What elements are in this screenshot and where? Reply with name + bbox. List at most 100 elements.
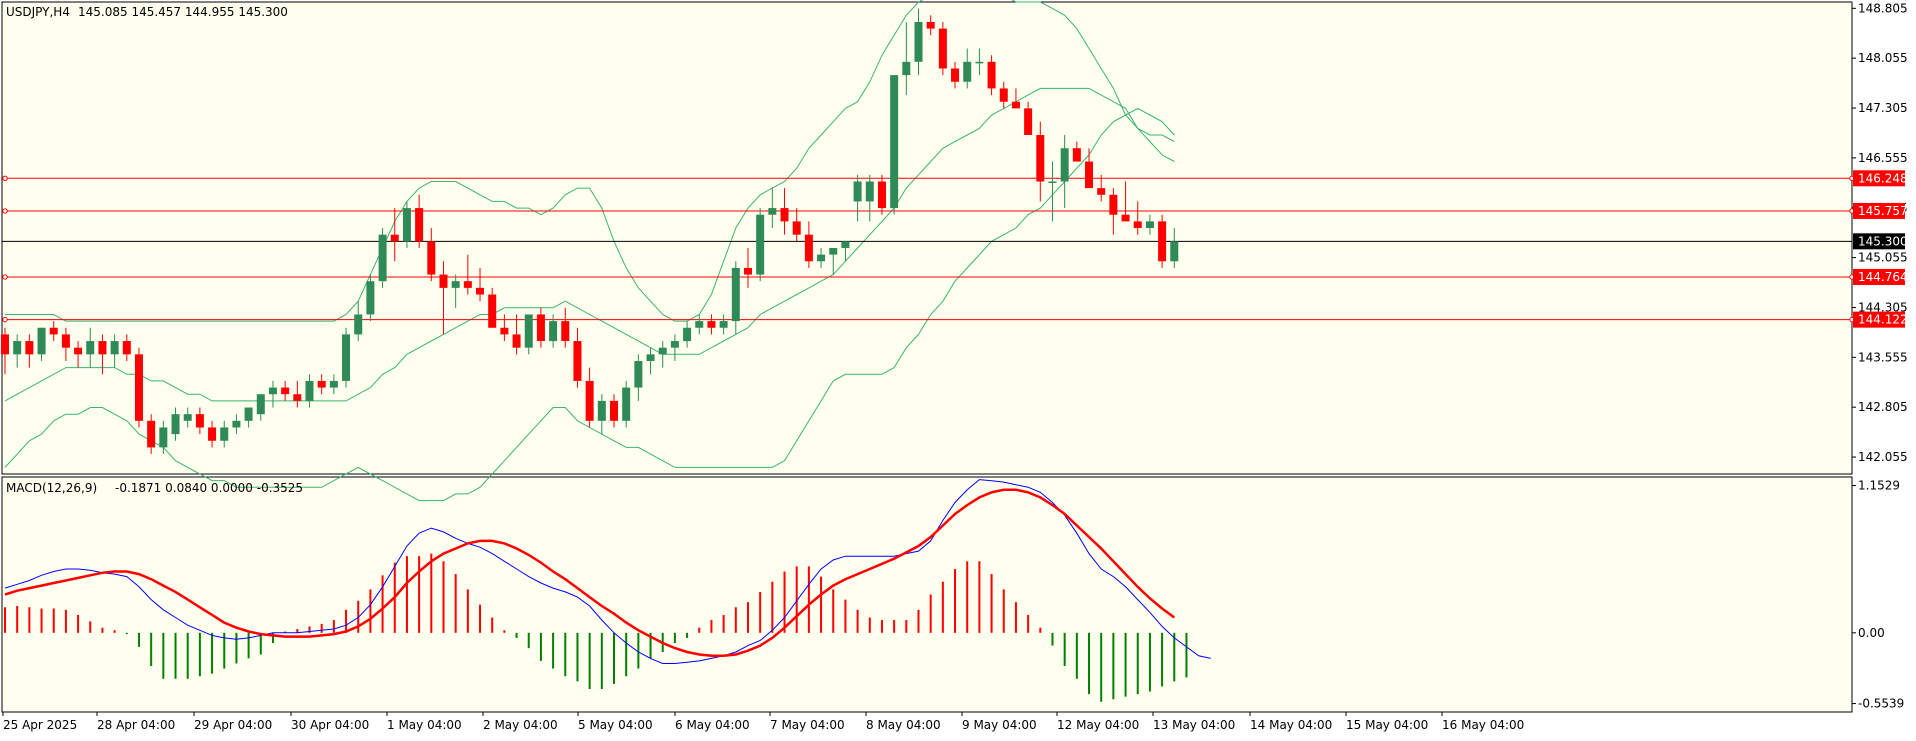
candle-body: [524, 314, 533, 348]
chart-root: 148.805148.055147.305146.555145.805145.0…: [0, 0, 1916, 737]
candle-body: [890, 75, 899, 209]
candle-body: [573, 341, 582, 381]
candle-body: [402, 208, 411, 242]
candle-body: [999, 88, 1008, 102]
time-axis-label: 29 Apr 04:00: [194, 718, 272, 732]
candle-body: [1072, 148, 1081, 162]
candle-body: [610, 400, 618, 421]
level-price-label: 146.248: [1858, 171, 1908, 185]
price-tick-label: 148.805: [1858, 1, 1908, 15]
candle-body: [829, 247, 838, 255]
candle-body: [1, 334, 9, 355]
candle-body: [1158, 221, 1167, 262]
candle-body: [329, 380, 338, 388]
candle-body: [817, 254, 826, 262]
candle-body: [378, 234, 387, 282]
candle-body: [975, 61, 984, 64]
candle-body: [512, 334, 521, 348]
candle-body: [463, 281, 472, 288]
candle-body: [768, 208, 777, 215]
candle-body: [122, 341, 131, 355]
candle-body: [1024, 108, 1033, 135]
candle-body: [232, 420, 241, 428]
candle-body: [549, 321, 558, 342]
price-tick-label: 142.805: [1858, 400, 1908, 414]
candle-body: [865, 181, 874, 202]
candle-body: [439, 274, 448, 288]
price-tick-label: 146.555: [1858, 151, 1908, 165]
time-axis-label: 16 May 04:00: [1442, 718, 1524, 732]
candle-body: [500, 327, 509, 335]
candle-body: [49, 327, 58, 335]
candle-body: [1060, 148, 1069, 182]
candle-body: [86, 341, 95, 355]
level-anchor-point: [2, 208, 8, 214]
candle-body: [877, 181, 886, 209]
candle-body: [926, 21, 935, 29]
candle-body: [1133, 221, 1142, 229]
candle-body: [585, 380, 594, 421]
candle-body: [13, 341, 22, 355]
price-pane[interactable]: [1, 1, 1853, 475]
candle-body: [1011, 101, 1020, 109]
candle-body: [756, 214, 765, 275]
candle-body: [25, 341, 34, 355]
candle-body: [1170, 241, 1179, 262]
chart-canvas[interactable]: 148.805148.055147.305146.555145.805145.0…: [0, 0, 1916, 737]
candle-body: [220, 427, 229, 441]
time-axis-label: 8 May 04:00: [866, 718, 941, 732]
time-axis-label: 1 May 04:00: [387, 718, 462, 732]
candle-body: [683, 327, 692, 342]
candle-body: [597, 400, 606, 421]
price-tick-label: 142.055: [1858, 450, 1908, 464]
candle-body: [1048, 181, 1057, 183]
candle-body: [134, 354, 143, 421]
candle-body: [183, 414, 192, 421]
candle-body: [646, 354, 655, 361]
time-axis-label: 14 May 04:00: [1250, 718, 1332, 732]
candle-body: [488, 294, 497, 328]
chart-symbol: USDJPY,H4: [6, 5, 70, 19]
candle-body: [695, 321, 704, 328]
candle-body: [670, 341, 679, 348]
price-tick-label: 147.305: [1858, 101, 1908, 115]
macd-tick-label: 1.1529: [1858, 479, 1900, 493]
candle-body: [1145, 221, 1154, 229]
candle-body: [622, 387, 631, 421]
candle-body: [390, 234, 399, 242]
candle-body: [342, 334, 351, 381]
candle-body: [536, 314, 545, 342]
candle-body: [305, 380, 314, 401]
level-anchor-point: [2, 316, 8, 323]
price-tick-label: 148.055: [1858, 51, 1908, 65]
time-axis-label: 15 May 04:00: [1346, 718, 1428, 732]
candle-body: [1085, 161, 1094, 189]
candle-body: [427, 241, 436, 275]
candle-body: [110, 341, 119, 355]
candle-body: [208, 427, 217, 441]
candle-body: [293, 394, 302, 401]
time-axis-label: 28 Apr 04:00: [97, 718, 175, 732]
level-price-label: 144.122: [1858, 313, 1908, 327]
candle-body: [451, 281, 460, 288]
candle-body: [74, 347, 83, 355]
candle-body: [902, 61, 911, 76]
candle-body: [281, 387, 290, 395]
time-axis-label: 7 May 04:00: [770, 718, 845, 732]
candle-body: [792, 221, 801, 235]
time-axis-label: 12 May 04:00: [1057, 718, 1139, 732]
candle-body: [1121, 214, 1130, 222]
candle-body: [841, 241, 850, 248]
time-axis-label: 2 May 04:00: [483, 718, 558, 732]
level-price-label: 145.757: [1858, 204, 1908, 218]
candle-body: [938, 28, 947, 69]
level-anchor-point: [2, 274, 8, 280]
candle-body: [987, 61, 996, 89]
candle-body: [914, 21, 923, 62]
candle-body: [1036, 134, 1045, 182]
macd-label: MACD(12,26,9): [6, 481, 97, 495]
macd-pane[interactable]: [1, 476, 1853, 713]
candle-body: [195, 414, 204, 428]
candle-body: [159, 427, 168, 448]
level-price-label: 144.764: [1858, 270, 1908, 284]
